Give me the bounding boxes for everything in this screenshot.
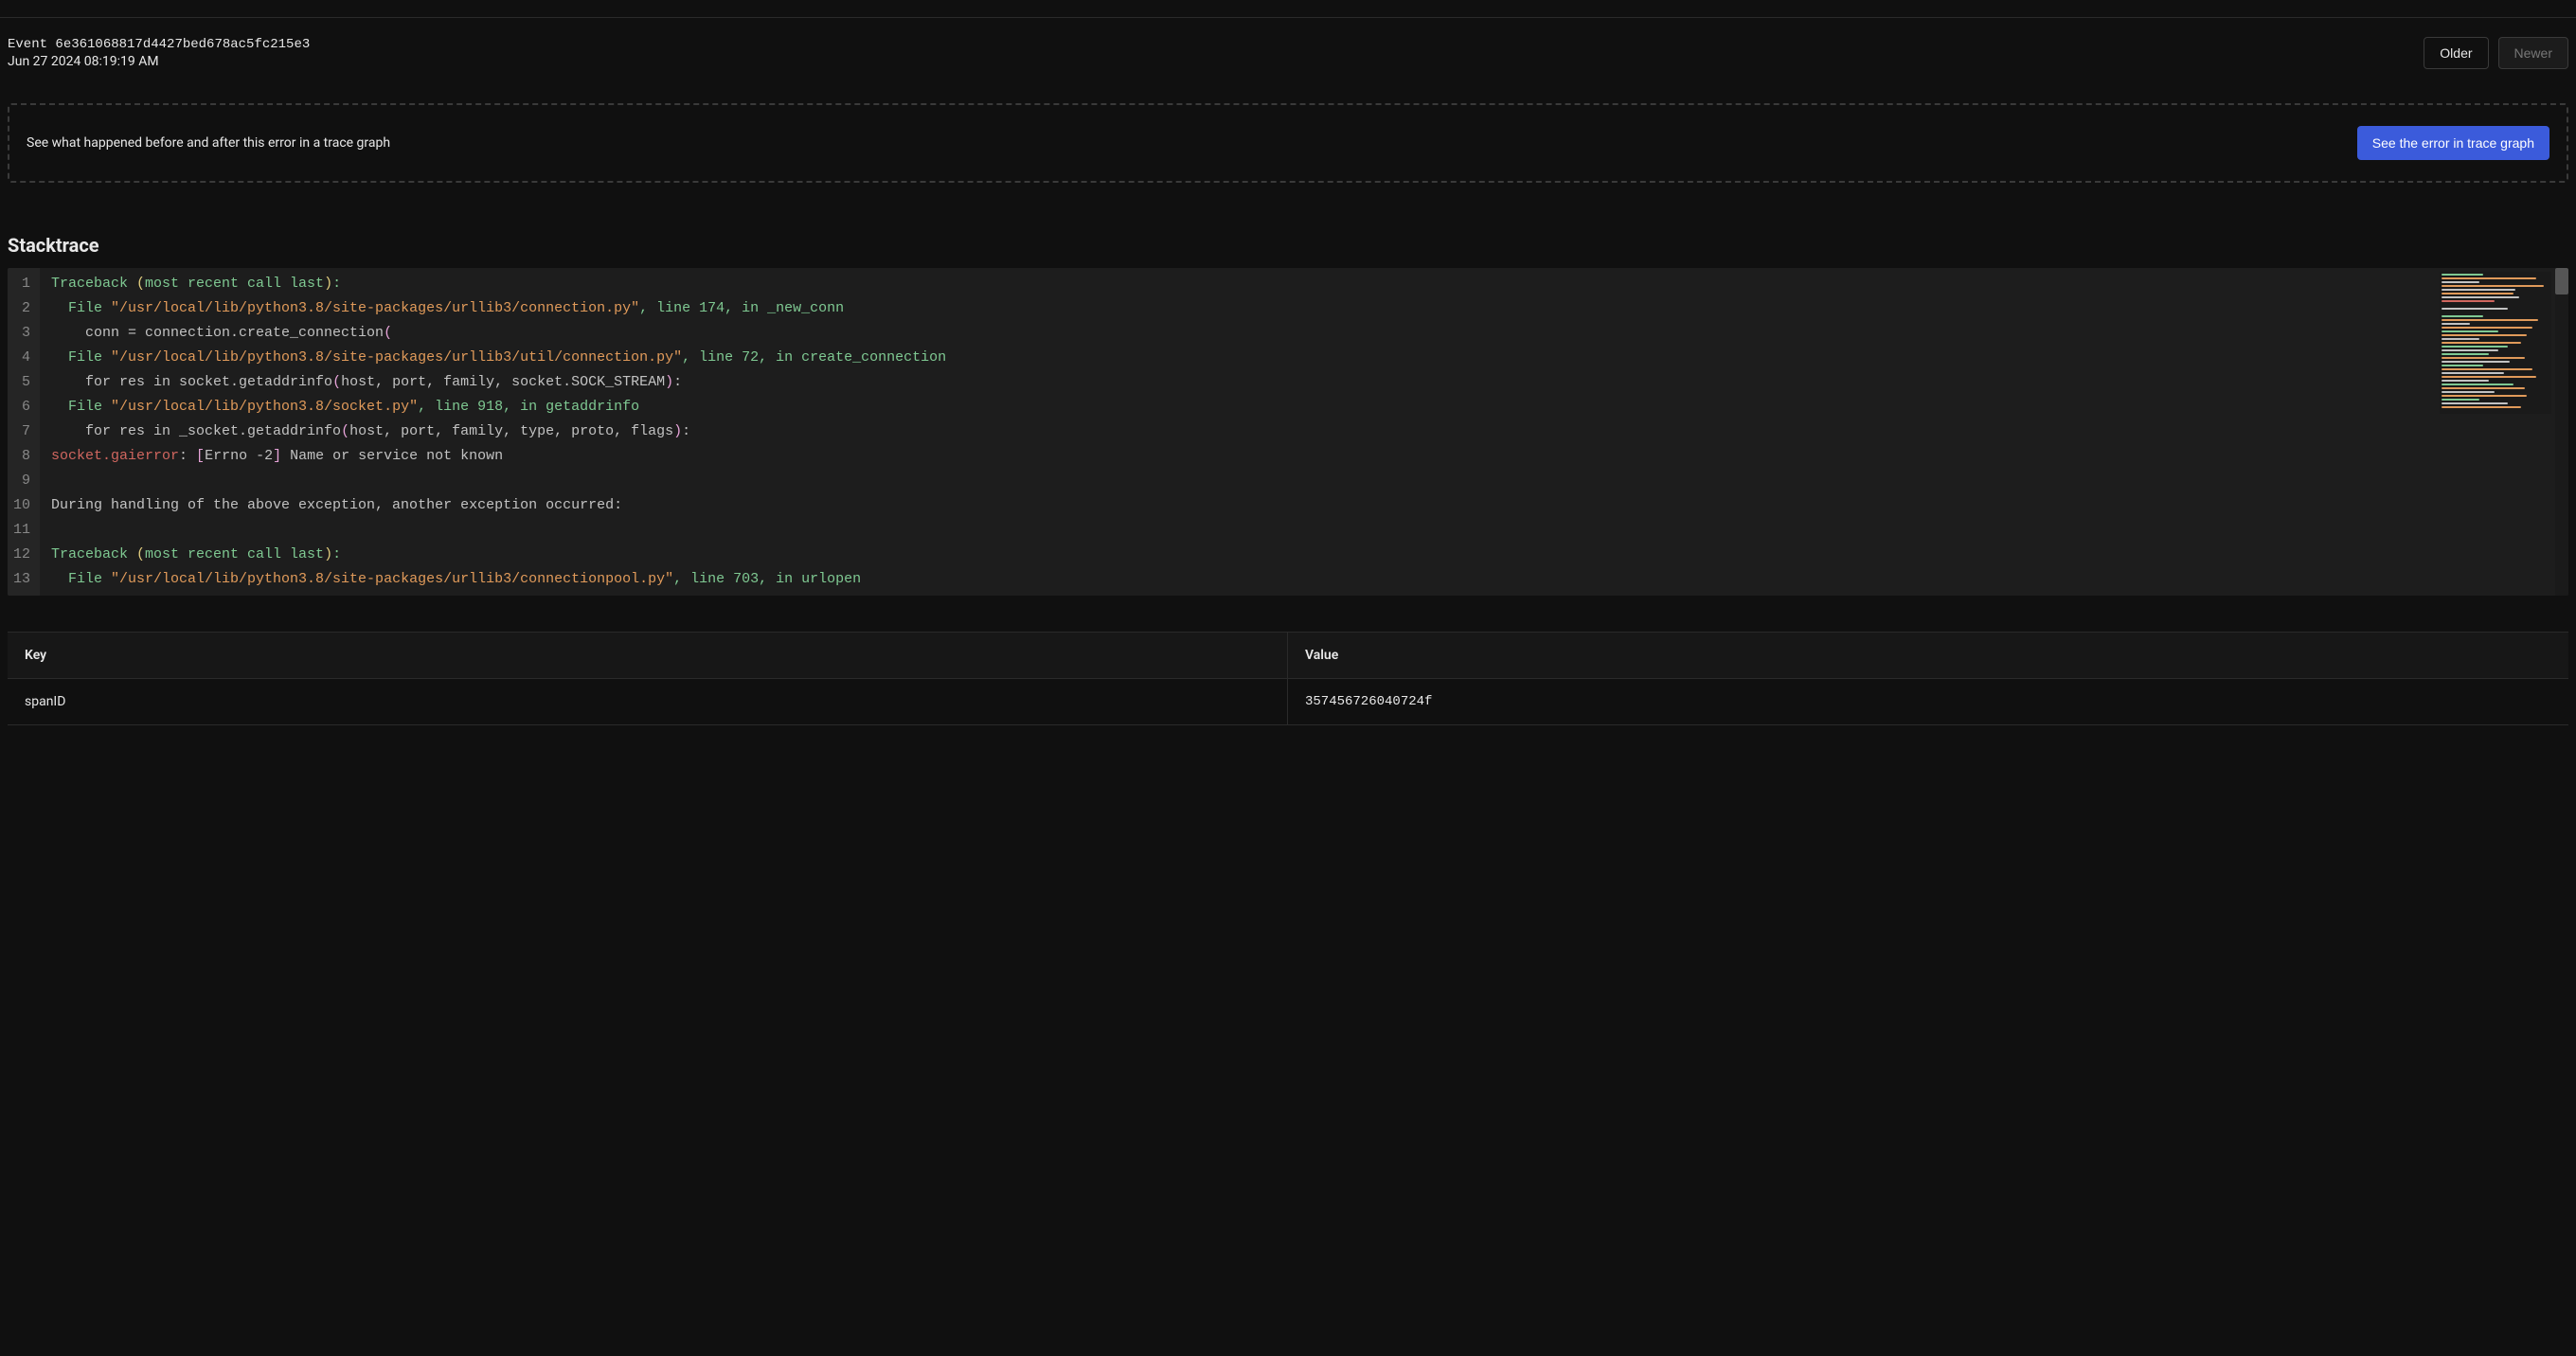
code-content: 12345678910111213 Traceback (most recent…: [8, 268, 2568, 596]
line-number: 12: [13, 543, 30, 567]
event-id-value: 6e361068817d4427bed678ac5fc215e3: [55, 37, 310, 52]
line-number: 2: [13, 296, 30, 321]
code-line: File "/usr/local/lib/python3.8/site-pack…: [51, 296, 2568, 321]
scrollbar-thumb[interactable]: [2555, 268, 2568, 294]
kv-key-cell: spanID: [8, 679, 1288, 724]
line-number: 9: [13, 469, 30, 493]
kv-header-row: Key Value: [8, 633, 2568, 679]
kv-value-cell: 357456726040724f: [1288, 679, 2568, 724]
code-line: socket.gaierror: [Errno -2] Name or serv…: [51, 444, 2568, 469]
code-line: File "/usr/local/lib/python3.8/socket.py…: [51, 395, 2568, 419]
code-minimap[interactable]: [2440, 272, 2551, 414]
kv-header-key: Key: [8, 633, 1288, 678]
trace-graph-text: See what happened before and after this …: [27, 135, 390, 151]
code-line: for res in _socket.getaddrinfo(host, por…: [51, 419, 2568, 444]
line-number: 7: [13, 419, 30, 444]
line-number: 13: [13, 567, 30, 592]
newer-button[interactable]: Newer: [2498, 37, 2568, 69]
line-number-gutter: 12345678910111213: [8, 268, 40, 596]
line-number: 1: [13, 272, 30, 296]
kv-row: spanID357456726040724f: [8, 679, 2568, 725]
see-trace-graph-button[interactable]: See the error in trace graph: [2357, 126, 2549, 160]
event-timestamp: Jun 27 2024 08:19:19 AM: [8, 54, 310, 69]
code-line: During handling of the above exception, …: [51, 493, 2568, 518]
code-lines[interactable]: Traceback (most recent call last): File …: [40, 268, 2568, 596]
code-line: File "/usr/local/lib/python3.8/site-pack…: [51, 346, 2568, 370]
line-number: 6: [13, 395, 30, 419]
stacktrace-section: Stacktrace 12345678910111213 Traceback (…: [8, 234, 2568, 596]
code-line: [51, 518, 2568, 543]
event-label: Event: [8, 37, 47, 52]
code-line: for res in socket.getaddrinfo(host, port…: [51, 370, 2568, 395]
older-button[interactable]: Older: [2424, 37, 2488, 69]
event-id-line: Event 6e361068817d4427bed678ac5fc215e3: [8, 37, 310, 52]
line-number: 5: [13, 370, 30, 395]
code-line: conn = connection.create_connection(: [51, 321, 2568, 346]
line-number: 10: [13, 493, 30, 518]
trace-graph-callout: See what happened before and after this …: [8, 103, 2568, 183]
event-info: Event 6e361068817d4427bed678ac5fc215e3 J…: [8, 37, 310, 69]
code-line: Traceback (most recent call last):: [51, 543, 2568, 567]
line-number: 3: [13, 321, 30, 346]
line-number: 4: [13, 346, 30, 370]
code-line: Traceback (most recent call last):: [51, 272, 2568, 296]
scrollbar-track[interactable]: [2555, 268, 2568, 596]
event-header: Event 6e361068817d4427bed678ac5fc215e3 J…: [0, 18, 2576, 69]
code-line: File "/usr/local/lib/python3.8/site-pack…: [51, 567, 2568, 592]
line-number: 11: [13, 518, 30, 543]
kv-header-value: Value: [1288, 633, 2568, 678]
stacktrace-title: Stacktrace: [8, 234, 2568, 257]
code-line: [51, 469, 2568, 493]
line-number: 8: [13, 444, 30, 469]
nav-buttons: Older Newer: [2424, 37, 2568, 69]
key-value-table: Key Value spanID357456726040724f: [8, 632, 2568, 725]
stacktrace-code-block: 12345678910111213 Traceback (most recent…: [8, 268, 2568, 596]
